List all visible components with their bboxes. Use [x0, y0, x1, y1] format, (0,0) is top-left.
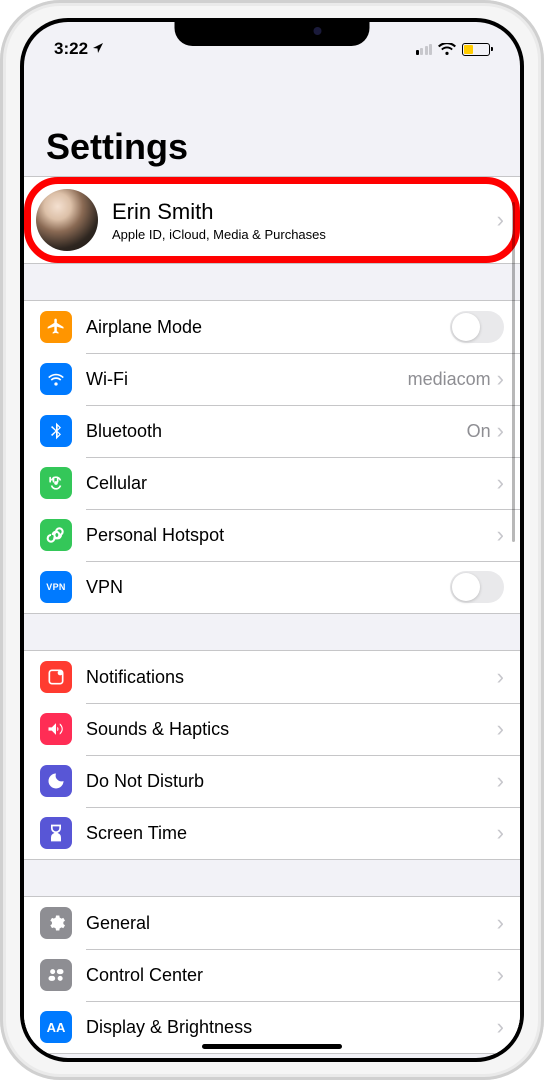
row-control-center[interactable]: Control Center ›	[24, 949, 520, 1001]
row-label: Airplane Mode	[86, 317, 450, 338]
profile-name: Erin Smith	[112, 199, 497, 225]
chevron-right-icon: ›	[497, 822, 504, 844]
cellular-icon	[40, 467, 72, 499]
page-title: Settings	[24, 66, 520, 176]
settings-group-connectivity: Airplane Mode Wi-Fi mediacom ›	[24, 300, 520, 614]
row-label: Screen Time	[86, 823, 497, 844]
aa-badge-text: AA	[47, 1020, 66, 1035]
content[interactable]: Settings Erin Smith Apple ID, iCloud, Me…	[24, 66, 520, 1058]
row-label: Control Center	[86, 965, 497, 986]
row-general[interactable]: General ›	[24, 897, 520, 949]
chevron-right-icon: ›	[497, 666, 504, 688]
phone-frame: 3:22 Setti	[0, 0, 544, 1080]
notch	[175, 18, 370, 46]
chevron-right-icon: ›	[497, 420, 504, 442]
row-detail: On	[467, 421, 491, 442]
profile-section: Erin Smith Apple ID, iCloud, Media & Pur…	[24, 176, 520, 264]
row-label: Bluetooth	[86, 421, 467, 442]
row-label: Wi-Fi	[86, 369, 408, 390]
airplane-mode-toggle[interactable]	[450, 311, 504, 343]
row-label: Do Not Disturb	[86, 771, 497, 792]
battery-fill	[464, 45, 473, 54]
row-personal-hotspot[interactable]: Personal Hotspot ›	[24, 509, 520, 561]
settings-group-general: General › Control Center › AA	[24, 896, 520, 1054]
row-do-not-disturb[interactable]: Do Not Disturb ›	[24, 755, 520, 807]
settings-group-notifications: Notifications › Sounds & Haptics ›	[24, 650, 520, 860]
phone-body: 3:22 Setti	[20, 18, 524, 1062]
row-bluetooth[interactable]: Bluetooth On ›	[24, 405, 520, 457]
chevron-right-icon: ›	[497, 368, 504, 390]
row-cellular[interactable]: Cellular ›	[24, 457, 520, 509]
control-center-icon	[40, 959, 72, 991]
scroll-indicator[interactable]	[512, 202, 515, 542]
apple-id-row[interactable]: Erin Smith Apple ID, iCloud, Media & Pur…	[24, 177, 520, 263]
screen: 3:22 Setti	[24, 22, 520, 1058]
row-label: Display & Brightness	[86, 1017, 497, 1038]
gear-icon	[40, 907, 72, 939]
bluetooth-icon	[40, 415, 72, 447]
chevron-right-icon: ›	[497, 472, 504, 494]
chevron-right-icon: ›	[497, 770, 504, 792]
chevron-right-icon: ›	[497, 718, 504, 740]
row-label: General	[86, 913, 497, 934]
row-label: VPN	[86, 577, 450, 598]
location-arrow-icon	[92, 42, 104, 57]
row-detail: mediacom	[408, 369, 491, 390]
row-label: Notifications	[86, 667, 497, 688]
profile-subtitle: Apple ID, iCloud, Media & Purchases	[112, 227, 497, 242]
screen-time-icon	[40, 817, 72, 849]
notifications-icon	[40, 661, 72, 693]
dnd-icon	[40, 765, 72, 797]
cellular-signal-icon	[416, 44, 433, 55]
vpn-icon: VPN	[40, 571, 72, 603]
display-brightness-icon: AA	[40, 1011, 72, 1043]
battery-icon	[462, 43, 490, 56]
home-indicator[interactable]	[202, 1044, 342, 1049]
hotspot-icon	[40, 519, 72, 551]
row-vpn[interactable]: VPN VPN	[24, 561, 520, 613]
row-airplane-mode[interactable]: Airplane Mode	[24, 301, 520, 353]
wifi-row-icon	[40, 363, 72, 395]
row-notifications[interactable]: Notifications ›	[24, 651, 520, 703]
chevron-right-icon: ›	[497, 1016, 504, 1038]
chevron-right-icon: ›	[497, 964, 504, 986]
chevron-right-icon: ›	[497, 912, 504, 934]
profile-text: Erin Smith Apple ID, iCloud, Media & Pur…	[112, 199, 497, 242]
vpn-badge-text: VPN	[46, 582, 65, 592]
row-sounds-haptics[interactable]: Sounds & Haptics ›	[24, 703, 520, 755]
chevron-right-icon: ›	[497, 209, 504, 231]
status-time: 3:22	[54, 39, 88, 59]
airplane-icon	[40, 311, 72, 343]
row-wifi[interactable]: Wi-Fi mediacom ›	[24, 353, 520, 405]
sounds-icon	[40, 713, 72, 745]
wifi-icon	[438, 43, 456, 56]
row-screen-time[interactable]: Screen Time ›	[24, 807, 520, 859]
status-time-area: 3:22	[54, 39, 104, 59]
avatar	[36, 189, 98, 251]
vpn-toggle[interactable]	[450, 571, 504, 603]
row-label: Sounds & Haptics	[86, 719, 497, 740]
chevron-right-icon: ›	[497, 524, 504, 546]
row-label: Cellular	[86, 473, 497, 494]
row-label: Personal Hotspot	[86, 525, 497, 546]
status-right	[416, 43, 491, 56]
